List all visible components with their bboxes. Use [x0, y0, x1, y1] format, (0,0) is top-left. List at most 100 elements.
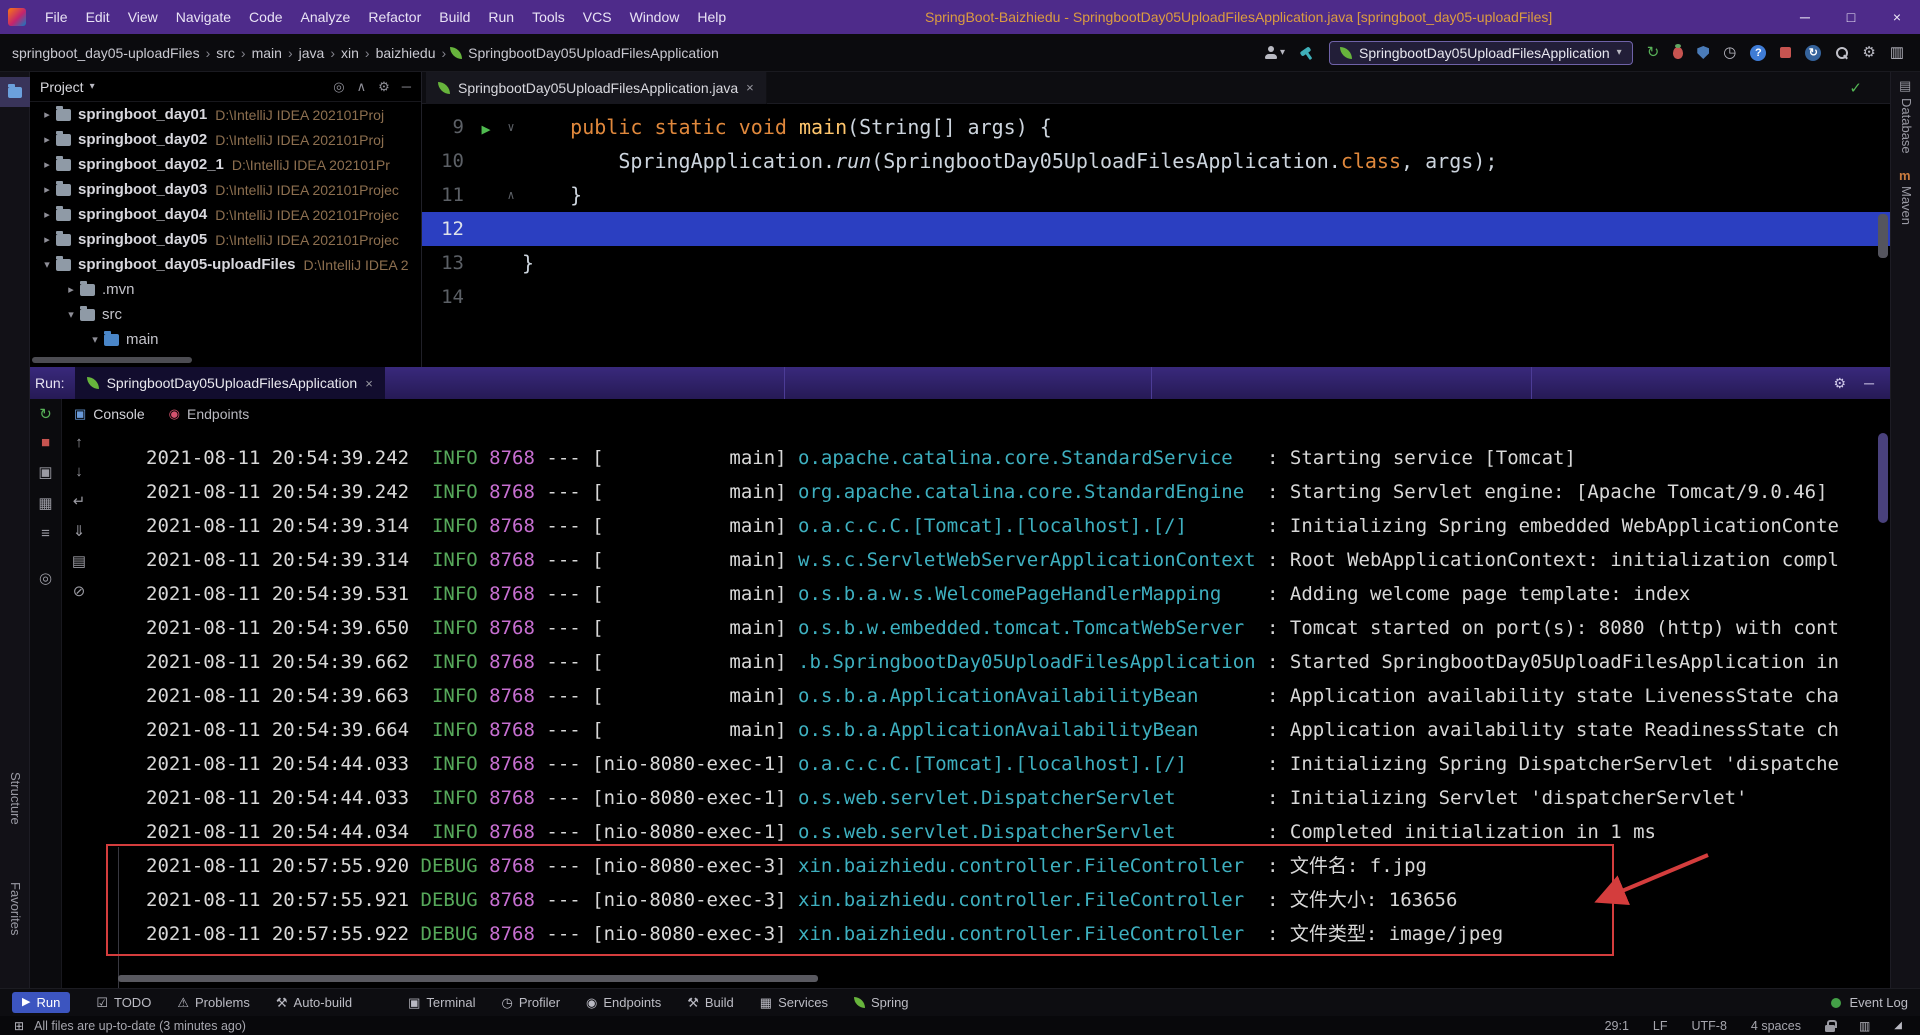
tab-endpoints[interactable]: ◉ Endpoints: [169, 406, 250, 422]
menu-view[interactable]: View: [119, 0, 167, 34]
tool-button-structure[interactable]: Structure: [8, 772, 23, 825]
menu-file[interactable]: File: [36, 0, 77, 34]
scroll-to-end-icon[interactable]: ⇓: [73, 522, 86, 540]
console-horizontal-scrollbar[interactable]: [118, 975, 818, 982]
tool-button-autobuild[interactable]: ⚒ Auto-build: [276, 995, 352, 1010]
menu-build[interactable]: Build: [430, 0, 479, 34]
breadcrumb-item[interactable]: java: [297, 45, 327, 61]
menu-refactor[interactable]: Refactor: [359, 0, 430, 34]
history-icon[interactable]: ≡: [41, 525, 50, 542]
tool-button-database[interactable]: Database: [1899, 98, 1914, 154]
fold-close-icon[interactable]: ∧: [500, 178, 522, 212]
hide-panel-icon[interactable]: ─: [402, 79, 411, 95]
breadcrumb-item[interactable]: src: [214, 45, 237, 61]
tool-button-build[interactable]: ⚒ Build: [687, 995, 734, 1010]
run-gutter-icon[interactable]: ▶: [481, 120, 490, 138]
settings-gear-icon[interactable]: ⚙: [1834, 375, 1847, 392]
chevron-down-icon[interactable]: ▾: [62, 308, 80, 321]
status-widget-icon[interactable]: ⊞: [14, 1020, 24, 1032]
indent-widget[interactable]: 4 spaces: [1751, 1019, 1801, 1033]
reader-mode-icon[interactable]: ▥: [1859, 1020, 1870, 1032]
tool-button-todo[interactable]: ☑ TODO: [96, 995, 151, 1010]
settings-gear-icon[interactable]: ⚙: [1862, 45, 1875, 60]
tree-item-project[interactable]: ▸ springboot_day03 D:\IntelliJ IDEA 2021…: [30, 177, 421, 202]
collapse-all-icon[interactable]: ∧: [357, 79, 367, 95]
chevron-right-icon[interactable]: ▸: [38, 183, 56, 196]
tree-item-project[interactable]: ▸ springboot_day04 D:\IntelliJ IDEA 2021…: [30, 202, 421, 227]
tree-item-folder[interactable]: ▾ main: [30, 327, 421, 352]
line-separator-widget[interactable]: LF: [1653, 1019, 1668, 1033]
chevron-right-icon[interactable]: ▸: [38, 108, 56, 121]
editor-vertical-scrollbar[interactable]: [1878, 214, 1888, 258]
update-icon[interactable]: ↻: [1805, 44, 1822, 61]
chevron-down-icon[interactable]: ▾: [90, 81, 95, 92]
tool-button-run[interactable]: ▶ Run: [12, 992, 71, 1013]
stop-icon[interactable]: ■: [41, 435, 50, 450]
caret-position-widget[interactable]: 29:1: [1605, 1019, 1629, 1033]
menu-window[interactable]: Window: [621, 0, 689, 34]
locate-file-icon[interactable]: ◎: [333, 79, 344, 95]
tree-item-project[interactable]: ▸ springboot_day02_1 D:\IntelliJ IDEA 20…: [30, 152, 421, 177]
breadcrumb-item[interactable]: springboot_day05-uploadFiles: [10, 45, 202, 61]
layout-icon[interactable]: ▥: [1890, 45, 1904, 60]
tool-button-favorites[interactable]: Favorites: [8, 882, 23, 935]
tool-button-endpoints[interactable]: ◉ Endpoints: [586, 995, 661, 1010]
breadcrumb-item[interactable]: baizhiedu: [374, 45, 438, 61]
settings-gear-icon[interactable]: ⚙: [378, 79, 390, 95]
tool-button-profiler[interactable]: ◷ Profiler: [502, 995, 561, 1010]
rerun-icon[interactable]: ↻: [1647, 45, 1660, 60]
project-horizontal-scrollbar[interactable]: [32, 357, 192, 363]
coverage-icon[interactable]: [1697, 46, 1710, 59]
minimize-button[interactable]: ─: [1782, 0, 1828, 34]
chevron-down-icon[interactable]: ▾: [86, 333, 104, 346]
tree-item-project[interactable]: ▸ springboot_day02 D:\IntelliJ IDEA 2021…: [30, 127, 421, 152]
up-stack-trace-icon[interactable]: ↑: [75, 434, 83, 451]
run-configuration-tab[interactable]: SpringbootDay05UploadFilesApplication ×: [74, 367, 385, 399]
editor-tab[interactable]: SpringbootDay05UploadFilesApplication.ja…: [426, 71, 767, 104]
menu-tools[interactable]: Tools: [523, 0, 574, 34]
run-configuration-combo[interactable]: SpringbootDay05UploadFilesApplication ▾: [1329, 40, 1633, 65]
tree-item-folder[interactable]: ▸ .mvn: [30, 277, 421, 302]
tool-button-terminal[interactable]: ▣ Terminal: [408, 995, 475, 1010]
code-editor[interactable]: 9 ▶ ∨ public static void main(String[] a…: [422, 104, 1890, 366]
pin-icon[interactable]: ◎: [39, 569, 52, 587]
chevron-down-icon[interactable]: ▾: [38, 258, 56, 271]
encoding-widget[interactable]: UTF-8: [1692, 1019, 1727, 1033]
clear-all-icon[interactable]: ⊘: [73, 582, 86, 600]
close-icon[interactable]: ×: [365, 376, 373, 391]
console-vertical-scrollbar[interactable]: [1878, 433, 1888, 523]
tool-button-services[interactable]: ▦ Services: [760, 995, 828, 1010]
chevron-right-icon[interactable]: ▸: [38, 233, 56, 246]
soft-wrap-icon[interactable]: ↵: [73, 492, 86, 510]
rerun-icon[interactable]: ↻: [39, 407, 52, 422]
project-panel-title[interactable]: Project: [40, 79, 84, 95]
help-icon[interactable]: ?: [1750, 44, 1767, 61]
breadcrumb-item-current[interactable]: SpringbootDay05UploadFilesApplication: [450, 45, 719, 61]
restore-layout-icon[interactable]: ▦: [38, 494, 52, 512]
fold-open-icon[interactable]: ∨: [500, 110, 522, 144]
close-icon[interactable]: ×: [746, 80, 754, 95]
chevron-right-icon[interactable]: ▸: [38, 158, 56, 171]
lock-icon[interactable]: [1824, 1019, 1837, 1032]
menu-code[interactable]: Code: [240, 0, 291, 34]
search-everywhere-icon[interactable]: [1835, 46, 1849, 59]
profiler-icon[interactable]: ◷: [1723, 45, 1736, 60]
menu-edit[interactable]: Edit: [77, 0, 119, 34]
tool-button-problems[interactable]: ⚠ Problems: [177, 995, 250, 1010]
hide-panel-icon[interactable]: ─: [1864, 375, 1874, 392]
tree-item-project-expanded[interactable]: ▾ springboot_day05-uploadFiles D:\Intell…: [30, 252, 421, 277]
tab-console[interactable]: ▣ Console: [74, 406, 145, 422]
breadcrumb-item[interactable]: main: [250, 45, 284, 61]
menu-run[interactable]: Run: [479, 0, 523, 34]
breadcrumb-item[interactable]: xin: [339, 45, 361, 61]
menu-help[interactable]: Help: [688, 0, 735, 34]
chevron-right-icon[interactable]: ▸: [38, 208, 56, 221]
maximize-button[interactable]: □: [1828, 0, 1874, 34]
close-button[interactable]: ×: [1874, 0, 1920, 34]
stop-icon[interactable]: [1780, 47, 1792, 58]
dump-threads-icon[interactable]: ▣: [38, 463, 52, 481]
tool-button-maven[interactable]: Maven: [1899, 186, 1914, 225]
chevron-right-icon[interactable]: ▸: [62, 283, 80, 296]
project-tool-button[interactable]: [0, 77, 30, 107]
chevron-right-icon[interactable]: ▸: [38, 133, 56, 146]
